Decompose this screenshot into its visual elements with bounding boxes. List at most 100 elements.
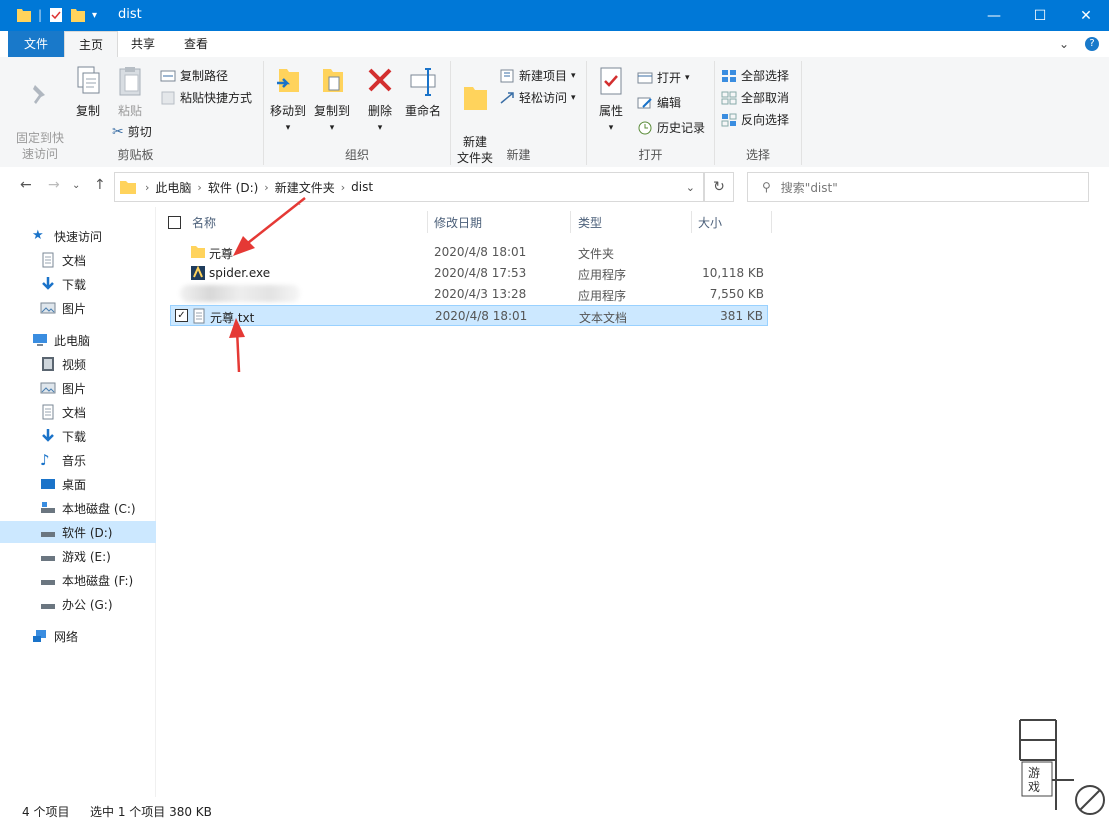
address-row: ← → ⌄ ↑ › 此电脑 › 软件 (D:) › 新建文件夹 › dist ⌄… [0,167,1109,207]
drive-icon [41,604,55,609]
copy-to-button[interactable]: 复制到 ▾ [312,65,352,133]
delete-button[interactable]: 删除 ▾ [364,65,396,133]
forward-button[interactable]: → [48,177,60,193]
move-to-icon [277,69,299,92]
file-type: 应用程序 [578,289,627,303]
file-modified: 2020/4/8 17:53 [434,266,527,280]
group-organize: 移动到 ▾ 复制到 ▾ 删除 ▾ 重命名 组织 [264,61,451,165]
column-size[interactable]: 大小 [698,207,722,237]
close-button[interactable]: ✕ [1063,0,1109,31]
file-row[interactable]: ✓ 元尊.txt 2020/4/8 18:01 文本文档 381 KB [170,305,768,326]
rename-icon [410,68,436,96]
documents-icon [42,404,54,420]
file-name: spider.exe [209,266,271,280]
new-item-button[interactable]: 新建项目 ▾ [499,67,576,84]
properties-dropdown-icon: ▾ [608,123,614,133]
title-bar: | ▾ dist — ☐ ✕ [0,0,1109,31]
ribbon: 固定到快 速访问 复制 粘贴 复制路径 粘贴快捷方式 ✂ 剪切 剪贴板 移动到 ▾ [0,57,1109,168]
music-icon: ♪ [40,451,50,469]
breadcrumb-this-pc[interactable]: 此电脑 [155,179,191,196]
column-divider[interactable] [427,211,428,233]
file-row[interactable]: 2020/4/3 13:28 应用程序 7,550 KB [170,284,768,305]
properties-quick-icon[interactable] [48,6,64,24]
ribbon-tabs: 文件 主页 共享 查看 ⌄ ? [0,31,1109,58]
paste-button[interactable]: 粘贴 [112,65,148,119]
easy-access-button[interactable]: 轻松访问 ▾ [499,89,576,106]
file-type: 文件夹 [578,247,615,261]
selection-info: 选中 1 个项目 380 KB [90,805,212,819]
move-to-dropdown-icon: ▾ [285,123,291,133]
history-button[interactable]: 历史记录 [637,119,705,136]
select-none-button[interactable]: 全部取消 [721,89,789,106]
file-type: 应用程序 [578,268,627,282]
maximize-button[interactable]: ☐ [1017,0,1063,31]
text-file-icon [193,308,205,324]
address-bar[interactable]: › 此电脑 › 软件 (D:) › 新建文件夹 › dist ⌄ [114,172,704,202]
column-divider[interactable] [691,211,692,233]
row-checkbox[interactable]: ✓ [175,309,188,322]
breadcrumb-dist[interactable]: dist [351,180,373,194]
window-title: dist [118,7,142,22]
file-row[interactable]: spider.exe 2020/4/8 17:53 应用程序 10,118 KB [170,263,768,284]
paste-shortcut-button[interactable]: 粘贴快捷方式 [160,89,252,106]
column-type[interactable]: 类型 [578,207,602,237]
column-name[interactable]: 名称 [192,207,216,237]
delete-icon [368,68,392,92]
rename-button[interactable]: 重命名 [402,65,444,119]
folder-icon [120,181,136,194]
collapse-ribbon-icon[interactable]: ⌄ [1059,37,1069,51]
select-all-button[interactable]: 全部选择 [721,67,789,84]
download-icon [42,277,54,290]
group-label-select: 选择 [745,148,770,162]
help-icon[interactable]: ? [1085,37,1099,51]
application-icon [191,265,205,280]
minimize-button[interactable]: — [971,0,1017,31]
search-input[interactable]: ⚲ 搜索"dist" [747,172,1089,202]
file-modified: 2020/4/3 13:28 [434,287,527,301]
file-modified: 2020/4/8 18:01 [435,309,528,323]
copy-to-dropdown-icon: ▾ [329,123,335,133]
column-modified[interactable]: 修改日期 [434,207,482,237]
download-icon [42,429,54,442]
new-item-dropdown-icon: ▾ [571,70,576,81]
network-icon [33,630,46,642]
drive-icon [41,532,55,537]
tab-view[interactable]: 查看 [172,31,220,57]
select-all-checkbox[interactable] [168,207,181,237]
quick-access-dropdown-icon[interactable]: ▾ [92,10,97,21]
new-folder-quick-icon[interactable] [70,6,86,24]
title-separator: | [38,8,43,22]
breadcrumb-separator: › [145,180,150,194]
open-button[interactable]: 打开 ▾ [637,69,690,86]
group-label-organize: 组织 [344,148,369,162]
recent-locations-icon[interactable]: ⌄ [72,180,80,191]
refresh-button[interactable]: ↻ [704,172,734,202]
tab-home[interactable]: 主页 [64,31,118,58]
tab-share[interactable]: 共享 [120,31,166,57]
edit-icon [637,97,652,108]
invert-selection-button[interactable]: 反向选择 [721,111,789,128]
group-label-open: 打开 [638,148,663,162]
move-to-button[interactable]: 移动到 ▾ [268,65,308,133]
copy-path-button[interactable]: 复制路径 [160,67,228,84]
drive-icon [41,502,55,513]
annotation-arrow-icon [229,318,245,373]
file-size: 7,550 KB [709,287,764,301]
properties-button[interactable]: 属性 ▾ [593,65,629,133]
address-dropdown-icon[interactable]: ⌄ [686,181,695,194]
pin-icon [33,85,45,104]
back-button[interactable]: ← [20,177,32,193]
watermark-text: 游戏 [1028,766,1041,794]
search-placeholder: 搜索"dist" [780,180,838,195]
tab-file[interactable]: 文件 [8,31,64,57]
copy-button[interactable]: 复制 [72,65,104,119]
file-size: 10,118 KB [702,266,764,280]
edit-button[interactable]: 编辑 [637,94,681,111]
up-button[interactable]: ↑ [94,177,106,193]
group-new: 新建 文件夹 新建项目 ▾ 轻松访问 ▾ 新建 [451,61,587,165]
column-divider[interactable] [771,211,772,233]
folder-icon [17,9,31,22]
column-divider[interactable] [570,211,571,233]
invert-selection-icon [721,113,737,126]
cut-button[interactable]: ✂ 剪切 [112,123,152,140]
